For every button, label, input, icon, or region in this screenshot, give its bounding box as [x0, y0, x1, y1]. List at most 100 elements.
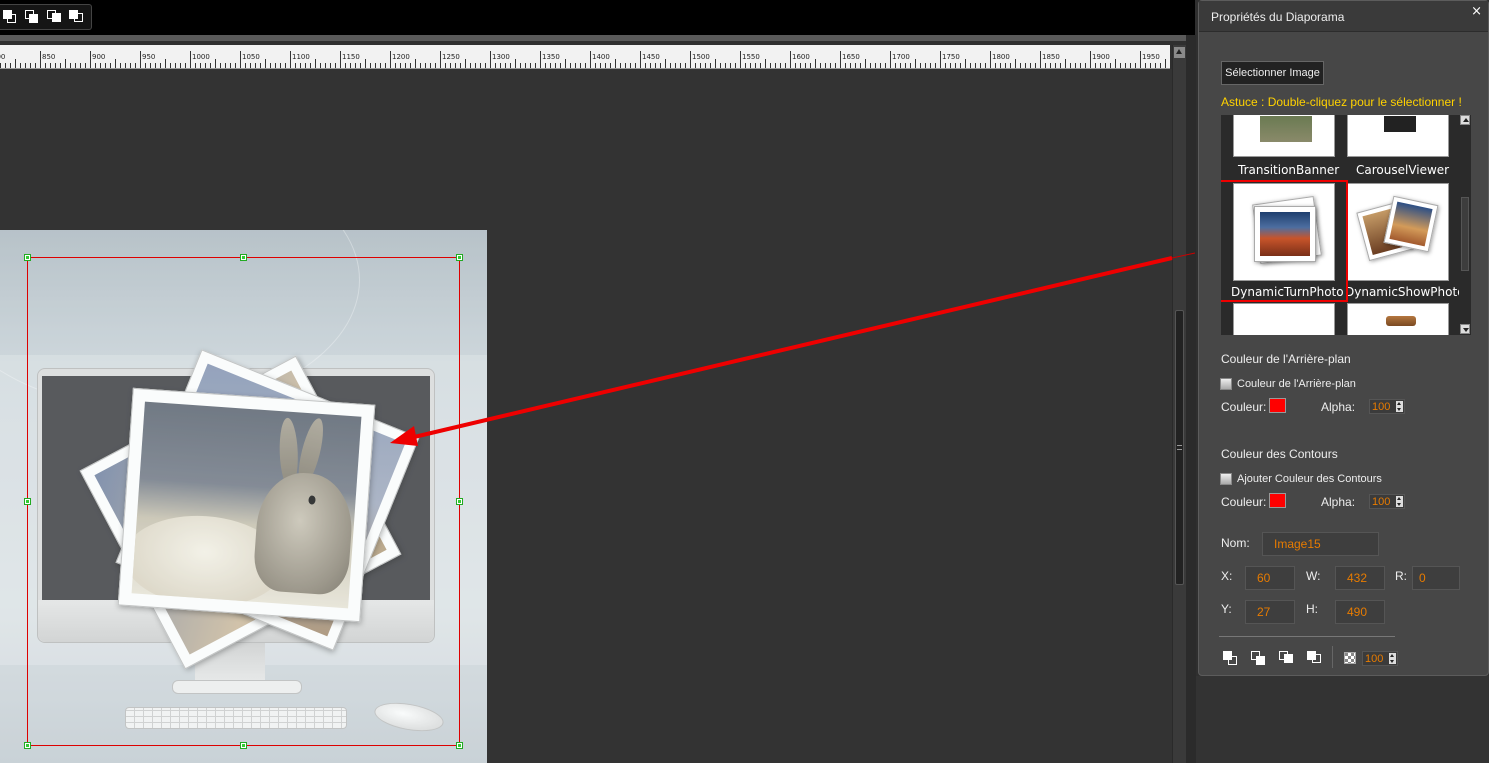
ruler-label: 1650	[842, 53, 860, 61]
effect-gallery[interactable]: TransitionBanner CarouselViewer DynamicT…	[1221, 115, 1471, 335]
bring-forward-icon[interactable]	[45, 8, 63, 26]
gallery-scrollbar[interactable]	[1459, 115, 1471, 335]
ruler-label: 1700	[892, 53, 910, 61]
bring-to-front-icon[interactable]	[1, 8, 19, 26]
scrollbar-thumb[interactable]	[1175, 310, 1184, 585]
opacity-icon	[1344, 652, 1356, 664]
border-color-checkbox-label: Ajouter Couleur des Contours	[1237, 473, 1382, 485]
border-color-swatch[interactable]	[1269, 493, 1286, 508]
background-alpha-label: Alpha:	[1321, 400, 1356, 414]
toolbar-separator	[1332, 646, 1333, 668]
hint-text: Astuce : Double-cliquez pour le sélectio…	[1221, 95, 1462, 109]
ruler-label: 1750	[942, 53, 960, 61]
resize-handle-nw[interactable]	[24, 254, 31, 261]
border-color-checkbox[interactable]	[1220, 473, 1232, 485]
close-icon[interactable]: ×	[1471, 4, 1482, 19]
ruler-label: 1350	[542, 53, 560, 61]
background-color-checkbox[interactable]	[1220, 378, 1232, 390]
grip-icon	[1177, 445, 1182, 450]
border-alpha-label: Alpha:	[1321, 495, 1356, 509]
ruler-label: 1400	[592, 53, 610, 61]
resize-handle-ne[interactable]	[456, 254, 463, 261]
ruler-label: 1950	[1142, 53, 1160, 61]
x-field[interactable]: 60	[1245, 566, 1295, 590]
ruler-label: 1600	[792, 53, 810, 61]
send-backward-icon[interactable]	[1305, 649, 1323, 667]
scroll-up-arrow-icon[interactable]	[1174, 47, 1185, 58]
y-label: Y:	[1221, 602, 1232, 616]
name-field[interactable]: Image15	[1262, 532, 1379, 556]
h-field[interactable]: 490	[1335, 600, 1385, 624]
ruler-label: 900	[92, 53, 106, 61]
resize-handle-se[interactable]	[456, 742, 463, 749]
scroll-down-arrow-icon[interactable]	[1460, 324, 1470, 334]
selected-item-highlight	[1221, 180, 1348, 302]
ruler-label: 1150	[342, 53, 360, 61]
y-field[interactable]: 27	[1245, 600, 1295, 624]
background-color-title: Couleur de l'Arrière-plan	[1221, 352, 1351, 366]
ruler-label: 950	[142, 53, 156, 61]
gallery-item[interactable]	[1233, 303, 1335, 335]
stepper-arrows-icon[interactable]	[1396, 401, 1403, 412]
gallery-scroll-thumb[interactable]	[1461, 197, 1469, 271]
resize-handle-s[interactable]	[240, 742, 247, 749]
stepper-arrows-icon[interactable]	[1396, 496, 1403, 507]
ruler-label: 800	[0, 53, 6, 61]
send-backward-icon[interactable]	[67, 8, 85, 26]
bring-forward-icon[interactable]	[1277, 649, 1295, 667]
gallery-item[interactable]	[1347, 183, 1449, 281]
canvas-vertical-scrollbar[interactable]	[1172, 45, 1186, 763]
opacity-stepper[interactable]: 100	[1362, 651, 1398, 666]
background-color-checkbox-label: Couleur de l'Arrière-plan	[1237, 378, 1356, 390]
ruler-label: 1000	[192, 53, 210, 61]
gallery-item[interactable]	[1347, 303, 1449, 335]
background-alpha-value: 100	[1372, 401, 1391, 413]
send-to-back-icon[interactable]	[23, 8, 41, 26]
bring-to-front-icon[interactable]	[1221, 649, 1239, 667]
gallery-item[interactable]	[1233, 115, 1335, 157]
resize-handle-n[interactable]	[240, 254, 247, 261]
panel-background	[1196, 676, 1489, 763]
background-alpha-stepper[interactable]: 100	[1369, 399, 1405, 414]
stepper-arrows-icon[interactable]	[1389, 653, 1396, 664]
ruler-label: 1550	[742, 53, 760, 61]
w-label: W:	[1306, 569, 1321, 583]
r-label: R:	[1395, 569, 1407, 583]
selection-box[interactable]	[24, 254, 463, 749]
resize-handle-e[interactable]	[456, 498, 463, 505]
border-alpha-value: 100	[1372, 496, 1391, 508]
panel-splitter[interactable]	[1186, 35, 1196, 763]
gallery-item-label: CarouselViewer	[1356, 163, 1450, 177]
ruler-label: 1800	[992, 53, 1010, 61]
gallery-item[interactable]	[1347, 115, 1449, 157]
w-field[interactable]: 432	[1335, 566, 1385, 590]
resize-handle-sw[interactable]	[24, 742, 31, 749]
ruler-label: 1450	[642, 53, 660, 61]
properties-panel: Propriétés du Diaporama × Sélectionner I…	[1198, 0, 1489, 676]
send-to-back-icon[interactable]	[1249, 649, 1267, 667]
ruler-label: 1200	[392, 53, 410, 61]
border-color-label: Couleur:	[1221, 495, 1267, 509]
toolbar-separator	[0, 35, 1195, 41]
panel-divider	[1219, 636, 1395, 637]
scroll-up-arrow-icon[interactable]	[1460, 115, 1470, 125]
top-toolbar	[0, 0, 1195, 35]
background-color-swatch[interactable]	[1269, 398, 1286, 413]
gallery-item-label: DynamicShowPhoto	[1345, 285, 1459, 299]
name-label: Nom:	[1221, 536, 1250, 550]
x-label: X:	[1221, 569, 1233, 583]
panel-title: Propriétés du Diaporama	[1211, 10, 1345, 24]
border-alpha-stepper[interactable]: 100	[1369, 494, 1405, 509]
resize-handle-w[interactable]	[24, 498, 31, 505]
background-color-label: Couleur:	[1221, 400, 1267, 414]
border-color-title: Couleur des Contours	[1221, 447, 1338, 461]
ruler-label: 1900	[1092, 53, 1110, 61]
panel-header: Propriétés du Diaporama ×	[1199, 1, 1488, 32]
gallery-item-label: TransitionBanner	[1238, 163, 1340, 177]
ruler-label: 1050	[242, 53, 260, 61]
select-image-button[interactable]: Sélectionner Image	[1221, 61, 1324, 85]
arrange-toolbar	[0, 4, 92, 30]
ruler-label: 1500	[692, 53, 710, 61]
r-field[interactable]: 0	[1412, 566, 1460, 590]
ruler-label: 1250	[442, 53, 460, 61]
